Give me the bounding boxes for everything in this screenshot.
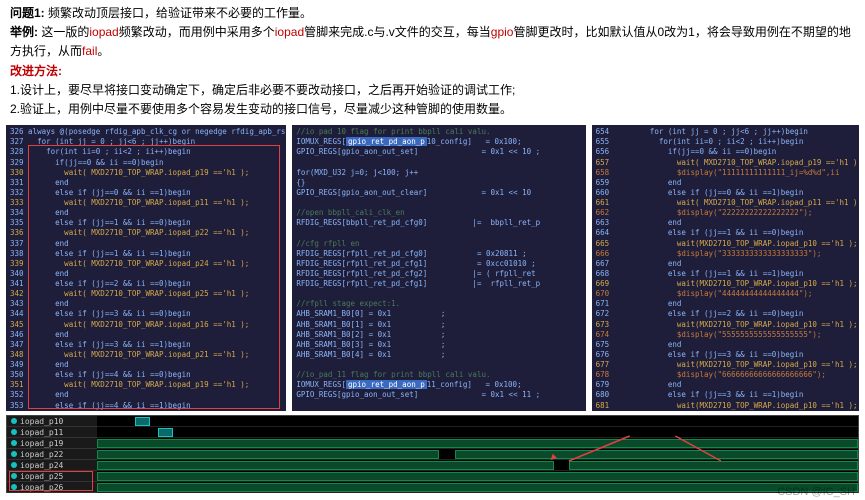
wave-sig-row: iopad_p19 — [7, 438, 97, 449]
wave-sig-row: iopad_p10 — [7, 416, 97, 427]
code-pane-3: 654 for (int jj = 0 ; jj<6 ; jj++)begin … — [592, 125, 859, 411]
code-1-content: 326 always @(posedge rfdig_apb_clk_cg or… — [10, 127, 282, 411]
code-pane-2: //io pad 10 flag for print bbpll cali va… — [292, 125, 585, 411]
wave-sig-row: iopad_p25 — [7, 471, 97, 482]
problem-label: 问题1: — [10, 6, 45, 20]
improve-label: 改进方法: — [10, 62, 855, 81]
example-line: 举例: 这一版的iopad频繁改动，而用例中采用多个iopad管脚来完成.c与.… — [10, 23, 855, 61]
wave-sig-row: iopad_p22 — [7, 449, 97, 460]
code-pane-1: 326 always @(posedge rfdig_apb_clk_cg or… — [6, 125, 286, 411]
code-2-content: //io pad 10 flag for print bbpll cali va… — [296, 127, 581, 411]
improve-block: 改进方法: 1.设计上，要尽早将接口变动确定下，确定后非必要不要改动接口，之后再… — [10, 62, 855, 120]
watermark: CSDN @IC_SH — [777, 486, 855, 498]
improve-item1: 1.设计上，要尽早将接口变动确定下，确定后非必要不要改动接口，之后再开始验证的调… — [10, 81, 855, 100]
wave-signal-names: iopad_p10 iopad_p11 iopad_p19 iopad_p22 … — [7, 416, 97, 492]
example-label: 举例: — [10, 25, 38, 39]
wave-sig-row: iopad_p26 — [7, 482, 97, 493]
problem-text: 频繁改动顶层接口，给验证带来不必要的工作量。 — [48, 6, 312, 20]
code-3-content: 654 for (int jj = 0 ; jj<6 ; jj++)begin … — [596, 127, 855, 411]
problem-line: 问题1: 频繁改动顶层接口，给验证带来不必要的工作量。 — [10, 4, 855, 23]
code-screenshot-row: 326 always @(posedge rfdig_apb_clk_cg or… — [0, 125, 865, 415]
wave-sig-row: iopad_p11 — [7, 427, 97, 438]
text-body: 问题1: 频繁改动顶层接口，给验证带来不必要的工作量。 举例: 这一版的iopa… — [0, 0, 865, 125]
wave-sig-row: iopad_p24 — [7, 460, 97, 471]
waveform-viewer: iopad_p10 iopad_p11 iopad_p19 iopad_p22 … — [6, 415, 859, 493]
wave-tracks — [97, 416, 858, 492]
improve-item2: 2.验证上，用例中尽量不要使用多个容易发生变动的接口信号，尽量减少这种管脚的使用… — [10, 100, 855, 119]
